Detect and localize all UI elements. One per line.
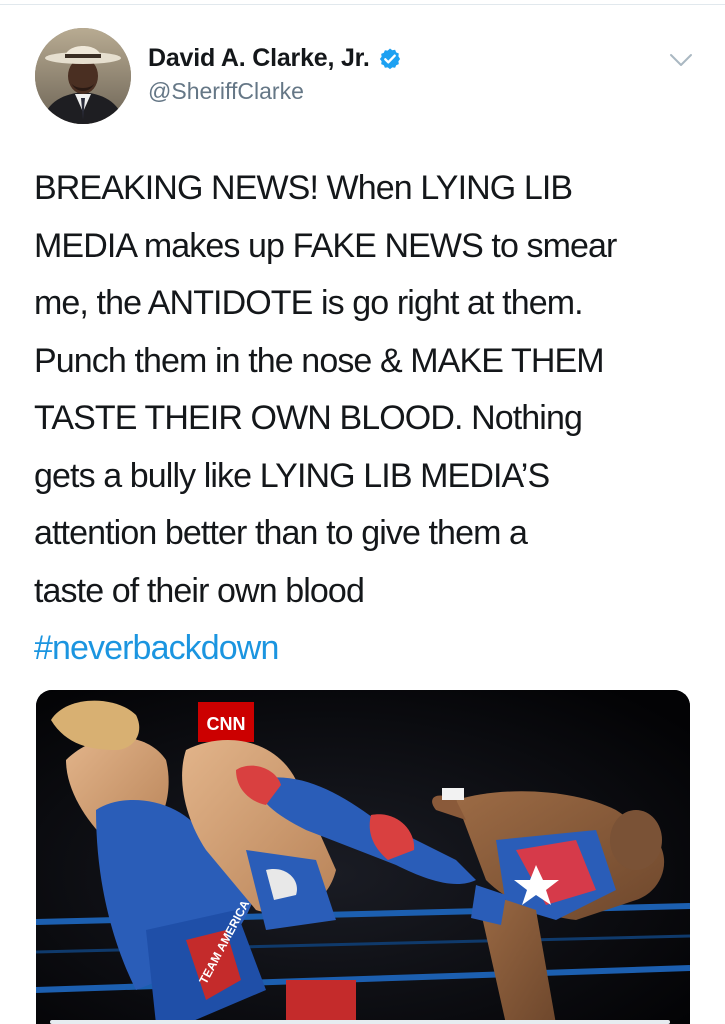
- cnn-logo-text: CNN: [207, 714, 246, 734]
- tweet-line: gets a bully like LYING LIB MEDIA’S: [34, 456, 550, 495]
- tweet-line: BREAKING NEWS! When LYING LIB: [34, 169, 573, 207]
- avatar[interactable]: [35, 28, 131, 124]
- avatar-image: [35, 28, 131, 124]
- author-name-row[interactable]: David A. Clarke, Jr.: [148, 44, 402, 73]
- tweet-line: me, the ANTIDOTE is go right at them.: [34, 284, 584, 322]
- tweet-line: TASTE THEIR OWN BLOOD. Nothing: [34, 399, 583, 437]
- tweet-media-image[interactable]: CNN TEAM AMERICA: [36, 690, 690, 1024]
- tweet-line: MEDIA makes up FAKE NEWS to smear: [34, 226, 617, 265]
- verified-badge-icon: [379, 48, 400, 69]
- hashtag-link[interactable]: #neverbackdown: [34, 620, 704, 678]
- divider: [0, 4, 725, 5]
- divider: [50, 1020, 670, 1024]
- tweet-text: BREAKING NEWS! When LYING LIB MEDIA make…: [34, 160, 704, 678]
- tweet-line: Punch them in the nose & MAKE THEM: [34, 341, 605, 380]
- display-name[interactable]: David A. Clarke, Jr.: [148, 44, 370, 73]
- chevron-down-icon[interactable]: [668, 50, 694, 70]
- user-handle[interactable]: @SheriffClarke: [148, 78, 304, 105]
- tweet-page: David A. Clarke, Jr. @SheriffClarke BREA…: [0, 0, 725, 1024]
- tweet-line: attention better than to give them a: [34, 514, 528, 552]
- tweet-line: taste of their own blood: [34, 571, 365, 610]
- wrestling-image: CNN TEAM AMERICA: [36, 690, 690, 1024]
